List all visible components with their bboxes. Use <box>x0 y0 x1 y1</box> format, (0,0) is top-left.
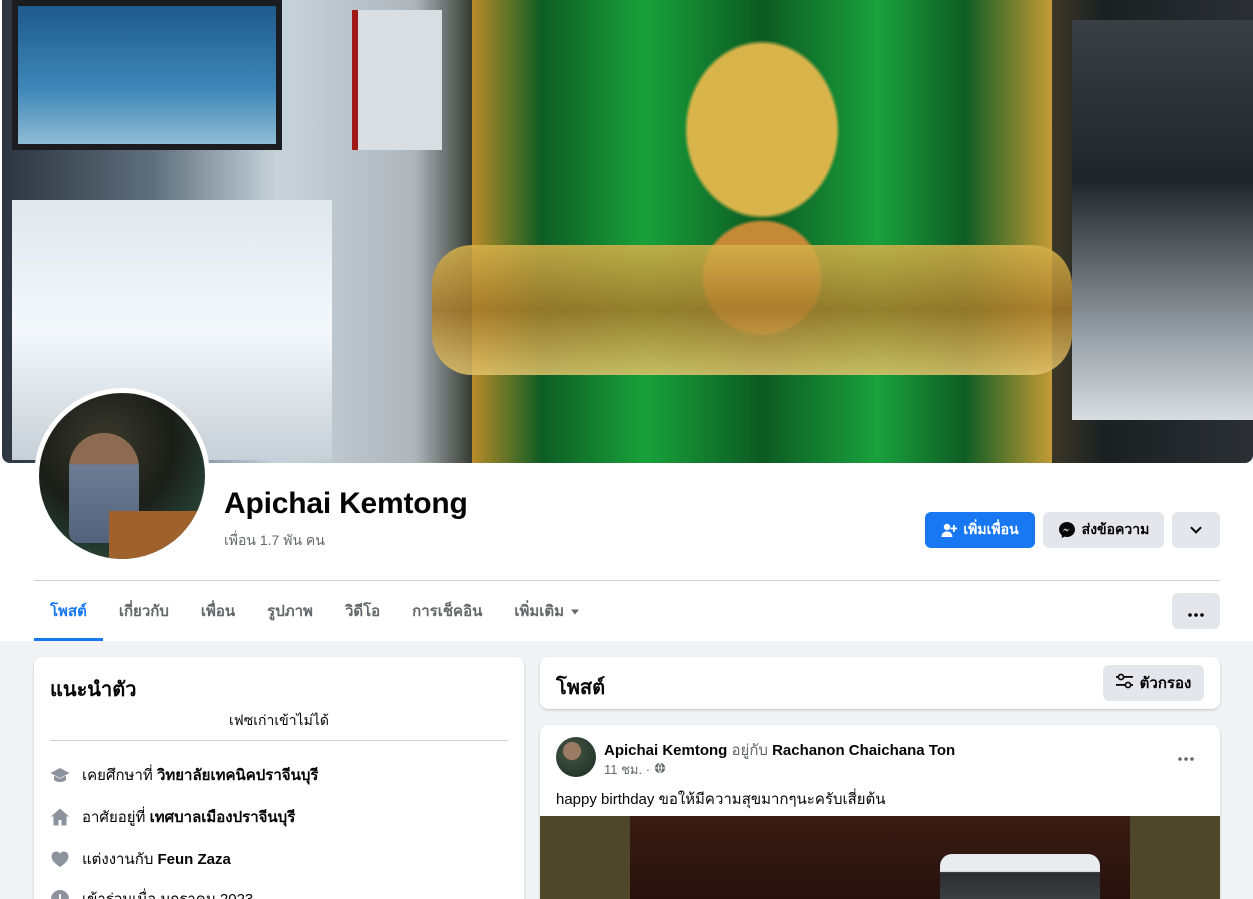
post-timestamp[interactable]: 11 ชม. · <box>604 759 650 780</box>
caret-down-icon <box>570 603 580 620</box>
post-options-button[interactable] <box>1168 741 1204 769</box>
graduation-cap-icon <box>50 765 70 785</box>
profile-name: Apichai Kemtong <box>224 487 468 520</box>
post-tagged-user[interactable]: Rachanon Chaichana Ton <box>772 742 955 759</box>
intro-card: แนะนำตัว เฟซเก่าเข้าไม่ได้ เคยศึกษาที่ ว… <box>34 657 524 899</box>
tab-posts[interactable]: โพสต์ <box>34 581 103 641</box>
home-icon <box>50 807 70 827</box>
filter-button[interactable]: ตัวกรอง <box>1103 665 1204 701</box>
heart-icon <box>50 849 70 869</box>
friends-count[interactable]: เพื่อน 1.7 พัน คน <box>224 530 325 552</box>
posts-header-card: โพสต์ ตัวกรอง <box>540 657 1220 709</box>
add-friend-icon <box>941 522 958 538</box>
tab-about[interactable]: เกี่ยวกับ <box>103 581 185 641</box>
posts-title: โพสต์ <box>556 677 606 699</box>
post-meta: 11 ชม. · <box>604 759 666 780</box>
cover-photo[interactable] <box>2 0 1253 463</box>
filter-icon <box>1115 673 1134 693</box>
tab-videos[interactable]: วิดีโอ <box>329 581 396 641</box>
intro-relationship: แต่งงานกับ Feun Zaza <box>50 847 231 871</box>
profile-more-button[interactable] <box>1172 512 1220 548</box>
filter-label: ตัวกรอง <box>1139 675 1192 692</box>
clock-icon <box>50 889 70 899</box>
add-friend-label: เพิ่มเพื่อน <box>963 521 1019 537</box>
tab-photos[interactable]: รูปภาพ <box>251 581 329 641</box>
post-author-avatar[interactable] <box>556 737 596 777</box>
ellipsis-icon <box>1178 746 1194 765</box>
intro-bio: เฟซเก่าเข้าไม่ได้ <box>229 712 329 728</box>
intro-education: เคยศึกษาที่ วิทยาลัยเทคนิคปราจีนบุรี <box>50 763 318 787</box>
ellipsis-icon <box>1188 602 1204 621</box>
intro-divider <box>50 740 508 741</box>
profile-avatar[interactable] <box>34 388 210 564</box>
profile-tabs: โพสต์ เกี่ยวกับ เพื่อน รูปภาพ วิดีโอ การ… <box>34 581 596 641</box>
post-photo[interactable] <box>540 816 1220 899</box>
intro-residence: อาศัยอยู่ที่ เทศบาลเมืองปราจีนบุรี <box>50 805 295 829</box>
intro-joined: เข้าร่วมเมื่อ มกราคม 2023 <box>50 887 253 899</box>
chevron-down-icon <box>1189 523 1203 537</box>
add-friend-button[interactable]: เพิ่มเพื่อน <box>925 512 1035 548</box>
tabs-more-options-button[interactable] <box>1172 593 1220 629</box>
intro-residence-link[interactable]: เทศบาลเมืองปราจีนบุรี <box>150 809 296 826</box>
post-author-name[interactable]: Apichai Kemtong <box>604 742 727 759</box>
intro-education-link[interactable]: วิทยาลัยเทคนิคปราจีนบุรี <box>157 767 318 784</box>
post-text: happy birthday ขอให้มีความสุขมากๆนะครับเ… <box>556 791 886 808</box>
globe-icon <box>654 762 666 777</box>
post-card: Apichai Kemtong อยู่กับ Rachanon Chaicha… <box>540 725 1220 899</box>
message-button[interactable]: ส่งข้อความ <box>1043 512 1164 548</box>
tab-checkins[interactable]: การเช็คอิน <box>396 581 498 641</box>
intro-title: แนะนำตัว <box>50 679 137 701</box>
messenger-icon <box>1058 521 1076 539</box>
tab-more[interactable]: เพิ่มเติม <box>498 581 596 641</box>
tab-friends[interactable]: เพื่อน <box>185 581 251 641</box>
message-label: ส่งข้อความ <box>1081 521 1150 537</box>
intro-relationship-link[interactable]: Feun Zaza <box>158 851 231 868</box>
profile-header: Apichai Kemtong เพื่อน 1.7 พัน คน เพิ่มเ… <box>0 0 1253 641</box>
